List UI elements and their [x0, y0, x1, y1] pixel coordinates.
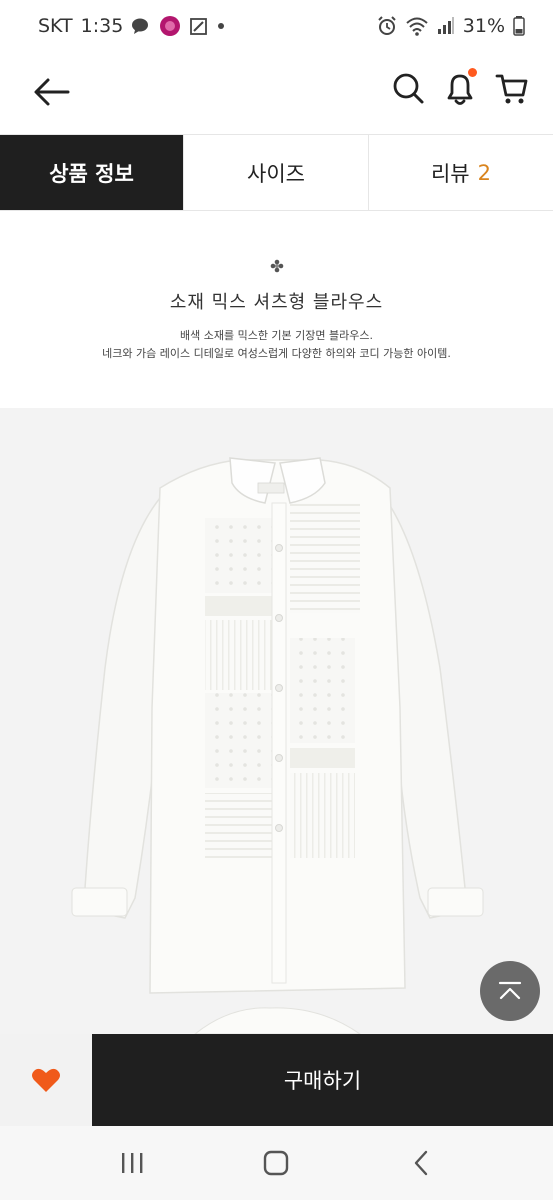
more-dot-icon	[218, 23, 225, 29]
cart-button[interactable]	[495, 68, 529, 108]
status-bar: SKT 1:35 31%	[0, 0, 553, 52]
tab-size[interactable]: 사이즈	[184, 135, 369, 210]
tab-review[interactable]: 리뷰 2	[369, 135, 553, 210]
scroll-top-button[interactable]	[480, 961, 540, 1021]
arrow-left-icon	[34, 78, 70, 106]
alarm-icon	[378, 16, 396, 35]
heart-icon	[32, 1068, 60, 1092]
carrier-label: SKT	[38, 15, 73, 37]
wishlist-button[interactable]	[0, 1034, 92, 1126]
chat-bubble-icon	[132, 18, 149, 34]
intro-title: 소재 믹스 셔츠형 블라우스	[169, 292, 384, 313]
tab-label: 상품 정보	[49, 161, 134, 186]
purchase-bar: 구매하기	[0, 1034, 553, 1126]
product-intro: 소재 믹스 셔츠형 블라우스 배색 소재를 믹스한 기본 기장면 블라우스. 네…	[0, 211, 553, 408]
app-header	[0, 52, 553, 134]
tab-label: 사이즈	[247, 161, 305, 186]
intro-description-line2: 네크와 가슴 레이스 디테일로 여성스럽게 다양한 하의와 코디 가능한 아이템…	[102, 347, 451, 360]
home-icon	[264, 1150, 289, 1176]
buy-button[interactable]: 구매하기	[92, 1034, 553, 1126]
back-icon	[414, 1150, 428, 1176]
tab-label: 리뷰	[430, 161, 470, 186]
notification-button[interactable]	[443, 68, 477, 108]
tab-product-info[interactable]: 상품 정보	[0, 135, 184, 210]
edit-note-icon	[190, 18, 208, 35]
scroll-top-icon	[498, 981, 522, 1000]
battery-percent: 31%	[462, 15, 505, 37]
battery-icon	[513, 16, 525, 36]
review-count: 2	[477, 160, 491, 185]
notification-dot	[468, 68, 477, 77]
app-badge-icon	[160, 16, 181, 36]
recents-button[interactable]	[112, 1143, 152, 1183]
flower-icon	[270, 259, 284, 273]
intro-description-line1: 배색 소재를 믹스한 기본 기장면 블라우스.	[179, 329, 374, 342]
status-left: SKT 1:35	[38, 15, 225, 37]
product-tabs: 상품 정보 사이즈 리뷰 2	[0, 134, 553, 211]
system-nav-bar	[0, 1126, 553, 1200]
search-icon	[393, 73, 424, 104]
header-actions	[391, 68, 529, 108]
recents-icon	[122, 1153, 143, 1173]
wifi-icon	[406, 17, 428, 36]
search-button[interactable]	[391, 68, 425, 108]
cart-icon	[495, 74, 528, 104]
signal-icon	[437, 17, 454, 34]
product-image	[0, 408, 553, 1034]
back-nav-button[interactable]	[401, 1143, 441, 1183]
status-right: 31%	[377, 15, 525, 37]
blouse-illustration	[71, 457, 484, 1034]
clock: 1:35	[80, 15, 124, 37]
home-button[interactable]	[256, 1143, 296, 1183]
back-button[interactable]	[30, 70, 74, 114]
